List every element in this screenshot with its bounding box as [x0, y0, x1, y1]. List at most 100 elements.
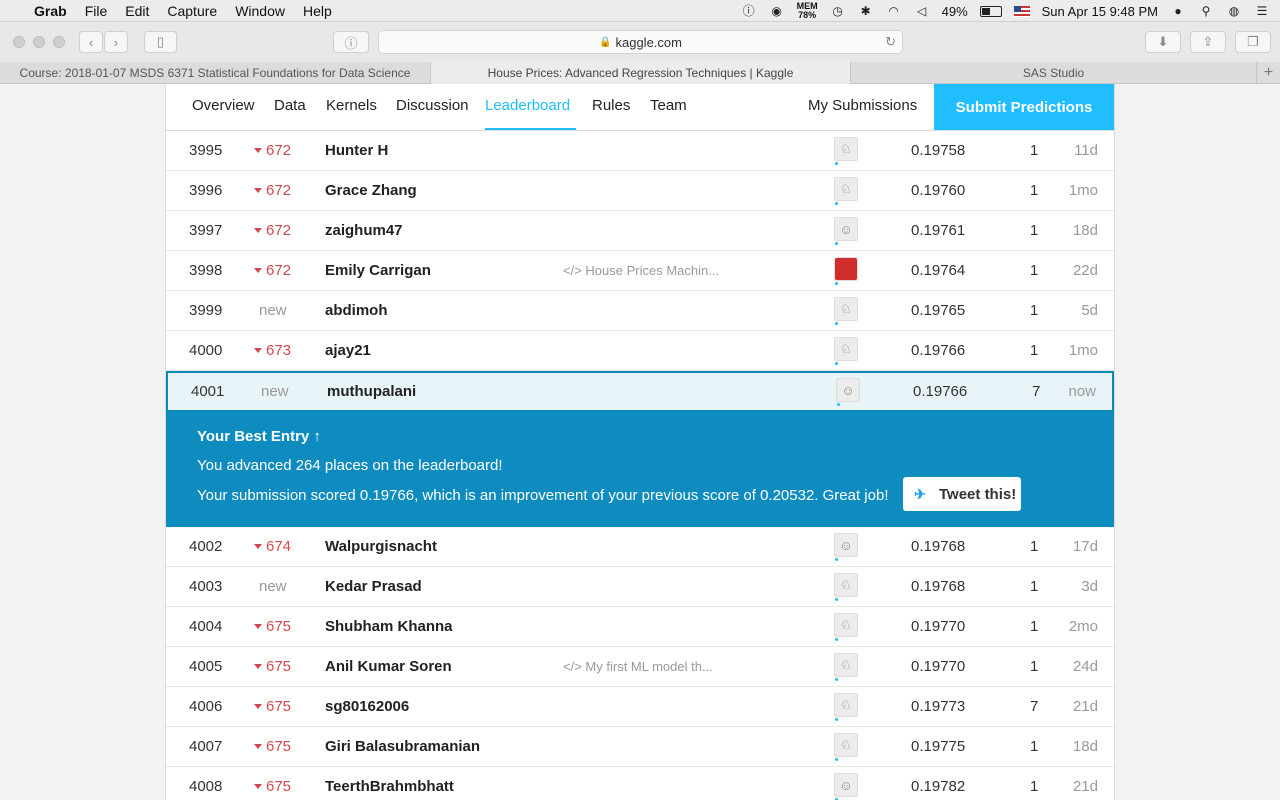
row-team-name[interactable]: Walpurgisnacht — [325, 527, 437, 567]
info-circle-icon[interactable]: ⓘ — [741, 4, 757, 18]
team-avatar[interactable]: ☺ — [836, 378, 860, 406]
notification-center-icon[interactable]: ☰ — [1254, 4, 1270, 18]
leaderboard-row[interactable]: 4005 675 Anil Kumar Soren </> My first ML m… — [166, 647, 1114, 687]
team-avatar[interactable]: ♘ — [834, 613, 858, 641]
downloads-button[interactable]: ⬇ — [1145, 31, 1181, 53]
leaderboard-rows-after: 4002 674 Walpurgisnacht ☺ 0.19768 1 17d 4003 new… — [166, 527, 1114, 800]
row-entries: 1 — [1030, 618, 1039, 635]
score-improvement-text: Your submission scored 0.19766, which is… — [197, 487, 889, 504]
nav-discussion[interactable]: Discussion — [396, 84, 469, 130]
menu-window[interactable]: Window — [235, 3, 285, 19]
row-team-name[interactable]: TeerthBrahmbhatt — [325, 767, 454, 800]
time-machine-icon[interactable]: ◷ — [830, 4, 846, 18]
row-team-name[interactable]: Grace Zhang — [325, 171, 417, 211]
leaderboard-row[interactable]: 3999 new abdimoh ♘ 0.19765 1 5d — [166, 291, 1114, 331]
minimize-window-button[interactable] — [33, 36, 45, 48]
row-team-name[interactable]: Kedar Prasad — [325, 567, 422, 607]
row-entries: 1 — [1030, 658, 1039, 675]
leaderboard-row[interactable]: 4008 675 TeerthBrahmbhatt ☺ 0.19782 1 21d — [166, 767, 1114, 800]
leaderboard-row[interactable]: 3996 672 Grace Zhang ♘ 0.19760 1 1mo — [166, 171, 1114, 211]
reader-button[interactable]: ⓘ — [333, 31, 369, 53]
menubar-clock[interactable]: Sun Apr 15 9:48 PM — [1042, 4, 1158, 19]
tab-kaggle-house-prices[interactable]: House Prices: Advanced Regression Techni… — [431, 62, 851, 84]
nav-team[interactable]: Team — [650, 84, 687, 130]
my-leaderboard-row[interactable]: 4001 new muthupalani ☺ 0.19766 7 now — [166, 371, 1114, 412]
user-photo-icon: ☺ — [841, 382, 855, 398]
back-button[interactable]: ‹ — [79, 31, 103, 53]
row-team-name[interactable]: zaighum47 — [325, 211, 403, 251]
nav-overview[interactable]: Overview — [192, 84, 255, 130]
row-team-name[interactable]: ajay21 — [325, 331, 371, 371]
my-submissions-link[interactable]: My Submissions — [808, 84, 917, 130]
menu-capture[interactable]: Capture — [167, 3, 217, 19]
leaderboard-row[interactable]: 4002 674 Walpurgisnacht ☺ 0.19768 1 17d — [166, 527, 1114, 567]
nav-leaderboard[interactable]: Leaderboard — [485, 84, 576, 130]
volume-icon[interactable]: ◁ — [914, 4, 930, 18]
team-avatar[interactable]: ♘ — [834, 693, 858, 721]
menu-help[interactable]: Help — [303, 3, 332, 19]
row-change: new — [259, 302, 287, 319]
siri-icon[interactable]: ◍ — [1226, 4, 1242, 18]
battery-icon[interactable] — [979, 5, 1002, 17]
row-change: 672 — [254, 131, 291, 171]
eye-icon[interactable]: ◉ — [769, 4, 785, 18]
team-avatar[interactable]: ♘ — [834, 653, 858, 681]
sidebar-toggle-button[interactable]: ▯ — [144, 31, 177, 53]
team-avatar[interactable]: ♘ — [834, 573, 858, 601]
spotlight-search-icon[interactable]: ⚲ — [1198, 4, 1214, 18]
team-avatar[interactable]: ♘ — [834, 337, 858, 365]
bluetooth-icon[interactable]: ✱ — [858, 4, 874, 18]
share-button[interactable]: ⇪ — [1190, 31, 1226, 53]
row-team-name[interactable]: Hunter H — [325, 131, 388, 171]
submit-predictions-button[interactable]: Submit Predictions — [934, 84, 1114, 130]
row-score: 0.19766 — [913, 383, 968, 400]
close-window-button[interactable] — [13, 36, 25, 48]
leaderboard-row[interactable]: 4007 675 Giri Balasubramanian ♘ 0.19775 1 18d — [166, 727, 1114, 767]
row-team-name[interactable]: abdimoh — [325, 291, 388, 331]
leaderboard-row[interactable]: 4003 new Kedar Prasad ♘ 0.19768 1 3d — [166, 567, 1114, 607]
row-team-name[interactable]: muthupalani — [327, 373, 416, 410]
leaderboard-row[interactable]: 4000 673 ajay21 ♘ 0.19766 1 1mo — [166, 331, 1114, 371]
team-avatar[interactable]: ♘ — [834, 733, 858, 761]
tab-sas-studio[interactable]: SAS Studio — [851, 62, 1257, 84]
nav-kernels[interactable]: Kernels — [326, 84, 377, 130]
tab-overview-button[interactable]: ❐ — [1235, 31, 1271, 53]
leaderboard-row[interactable]: 3995 672 Hunter H ♘ 0.19758 1 11d — [166, 131, 1114, 171]
wifi-icon[interactable]: ◠ — [886, 4, 902, 18]
row-team-name[interactable]: Emily Carrigan — [325, 251, 431, 291]
zoom-window-button[interactable] — [53, 36, 65, 48]
memory-monitor[interactable]: MEM 78% — [797, 2, 818, 20]
reload-icon[interactable]: ↻ — [885, 34, 896, 50]
leaderboard-row[interactable]: 4006 675 sg80162006 ♘ 0.19773 7 21d — [166, 687, 1114, 727]
team-avatar[interactable]: ♘ — [834, 137, 858, 165]
app-menu-grab[interactable]: Grab — [34, 3, 67, 19]
us-flag-input-icon[interactable] — [1013, 5, 1030, 17]
user-icon[interactable]: ● — [1170, 4, 1186, 18]
team-avatar[interactable]: ☺ — [834, 217, 858, 245]
row-score: 0.19768 — [911, 538, 966, 555]
row-team-name[interactable]: Anil Kumar Soren — [325, 647, 452, 687]
forward-button[interactable]: › — [104, 31, 128, 53]
row-kernel-link[interactable]: </> House Prices Machin... — [563, 251, 719, 291]
team-avatar[interactable]: ☺ — [834, 533, 858, 561]
team-avatar[interactable]: ♘ — [834, 297, 858, 325]
row-team-name[interactable]: Shubham Khanna — [325, 607, 453, 647]
address-bar[interactable]: 🔒 kaggle.com ↻ — [378, 30, 903, 54]
nav-data[interactable]: Data — [274, 84, 306, 130]
menu-edit[interactable]: Edit — [125, 3, 149, 19]
nav-rules[interactable]: Rules — [592, 84, 630, 130]
row-team-name[interactable]: sg80162006 — [325, 687, 409, 727]
tab-course[interactable]: Course: 2018-01-07 MSDS 6371 Statistical… — [0, 62, 431, 84]
team-avatar[interactable]: ♘ — [834, 177, 858, 205]
menu-file[interactable]: File — [85, 3, 108, 19]
tweet-this-button[interactable]: ✈ Tweet this! — [903, 477, 1021, 511]
row-kernel-link[interactable]: </> My first ML model th... — [563, 647, 713, 687]
team-avatar[interactable] — [834, 257, 858, 285]
row-team-name[interactable]: Giri Balasubramanian — [325, 727, 480, 767]
leaderboard-row[interactable]: 3998 672 Emily Carrigan </> House Prices Ma… — [166, 251, 1114, 291]
leaderboard-row[interactable]: 3997 672 zaighum47 ☺ 0.19761 1 18d — [166, 211, 1114, 251]
battery-percent[interactable]: 49% — [942, 4, 968, 19]
team-avatar[interactable]: ☺ — [834, 773, 858, 800]
new-tab-button[interactable]: + — [1257, 62, 1280, 83]
leaderboard-row[interactable]: 4004 675 Shubham Khanna ♘ 0.19770 1 2mo — [166, 607, 1114, 647]
